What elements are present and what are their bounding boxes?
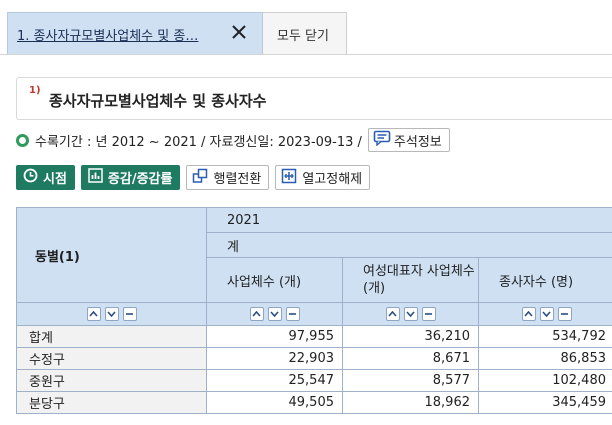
year-header-label: 2021 [227, 212, 261, 228]
table-title-box: 1) 종사자규모별사업체수 및 종사자수 [16, 77, 612, 120]
column-header: 여성대표자 사업체수 (개) [342, 257, 479, 303]
cell-value: 345,459 [478, 391, 612, 414]
circle-bullet-icon [16, 133, 29, 147]
transpose-icon [192, 168, 208, 188]
tab-bar: 1. 종사자규모별사업체수 및 종… 모두 닫기 [0, 0, 612, 60]
sort-clear-icon[interactable] [122, 307, 137, 321]
row-header: 동별(1) [16, 207, 207, 303]
tab-active-label[interactable]: 1. 종사자규모별사업체수 및 종… [17, 25, 222, 44]
cell-value: 22,903 [206, 347, 343, 370]
sort-up-icon[interactable] [521, 307, 536, 321]
cell-value: 18,962 [342, 391, 479, 414]
column-header: 종사자수 (명) [478, 257, 612, 303]
cell-value: 8,671 [342, 347, 479, 370]
note-info-button[interactable]: 주석정보 [367, 128, 450, 152]
timepoint-button[interactable]: 시점 [16, 165, 75, 190]
cell-value: 8,577 [342, 369, 479, 392]
sort-clear-icon[interactable] [285, 307, 300, 321]
sort-controls [478, 302, 612, 326]
sort-controls [16, 302, 207, 326]
sort-up-icon[interactable] [385, 307, 400, 321]
column-header: 사업체수 (개) [206, 257, 343, 303]
table-row: 중원구 25,547 8,577 102,480 [16, 369, 612, 392]
row-label: 중원구 [16, 369, 207, 392]
clock-icon [23, 168, 38, 187]
transpose-label: 행렬전환 [213, 172, 262, 187]
sort-controls [206, 302, 343, 326]
table-row: 수정구 22,903 8,671 86,853 [16, 347, 612, 370]
group-header-label: 계 [227, 239, 239, 255]
sort-clear-icon[interactable] [557, 307, 572, 321]
cell-value: 49,505 [206, 391, 343, 414]
cell-value: 102,480 [478, 369, 612, 392]
sort-controls [342, 302, 479, 326]
period-info: 수록기간 : 년 2012 ~ 2021 / 자료갱신일: 2023-09-13… [16, 127, 450, 153]
sort-down-icon[interactable] [539, 307, 554, 321]
row-label: 수정구 [16, 347, 207, 370]
row-label: 분당구 [16, 391, 207, 414]
cell-value: 534,792 [478, 325, 612, 348]
transpose-button[interactable]: 행렬전환 [186, 165, 270, 190]
sort-up-icon[interactable] [86, 307, 101, 321]
tab-divider [0, 54, 612, 55]
sort-down-icon[interactable] [267, 307, 282, 321]
sort-up-icon[interactable] [249, 307, 264, 321]
change-rate-button[interactable]: 증감/증감률 [80, 165, 181, 190]
cell-value: 86,853 [478, 347, 612, 370]
close-icon[interactable] [228, 21, 250, 43]
cell-value: 36,210 [342, 325, 479, 348]
change-rate-label: 증감/증감률 [107, 172, 173, 187]
page-title: 종사자규모별사업체수 및 종사자수 [49, 92, 267, 110]
data-table-container: 동별(1) 2021 계 사업체수 (개) 여성대표자 사업체수 (개) 종사자… [16, 207, 612, 425]
sort-down-icon[interactable] [403, 307, 418, 321]
note-info-label: 주석정보 [393, 134, 442, 150]
data-table: 동별(1) 2021 계 사업체수 (개) 여성대표자 사업체수 (개) 종사자… [16, 207, 612, 414]
toolbar: 시점 증감/증감률 행렬전환 열고정해제 [16, 165, 376, 191]
row-header-label: 동별(1) [35, 249, 80, 265]
tab-active[interactable]: 1. 종사자규모별사업체수 및 종… [7, 12, 263, 54]
timepoint-label: 시점 [43, 172, 67, 187]
title-footnote-marker: 1) [29, 85, 41, 96]
comment-icon [373, 130, 391, 150]
close-all-tab[interactable]: 모두 닫기 [263, 12, 347, 54]
period-text: 수록기간 : 년 2012 ~ 2021 / 자료갱신일: 2023-09-13… [35, 134, 362, 150]
column-header-label: 종사자수 (명) [499, 274, 574, 290]
close-all-label[interactable]: 모두 닫기 [277, 25, 329, 44]
column-header-label: 여성대표자 사업체수 (개) [363, 264, 475, 296]
cell-value: 25,547 [206, 369, 343, 392]
unfix-column-label: 열고정해제 [302, 172, 363, 187]
table-row: 분당구 49,505 18,962 345,459 [16, 391, 612, 414]
column-header-label: 사업체수 (개) [227, 274, 302, 290]
sort-clear-icon[interactable] [421, 307, 436, 321]
unfix-column-icon [281, 168, 297, 188]
bar-chart-icon [88, 168, 103, 187]
table-row: 합계 97,955 36,210 534,792 [16, 325, 612, 348]
sort-down-icon[interactable] [104, 307, 119, 321]
unfix-column-button[interactable]: 열고정해제 [275, 165, 371, 190]
group-header: 계 [205, 232, 612, 258]
year-header: 2021 [205, 207, 612, 233]
row-label: 합계 [16, 325, 207, 348]
cell-value: 97,955 [206, 325, 343, 348]
